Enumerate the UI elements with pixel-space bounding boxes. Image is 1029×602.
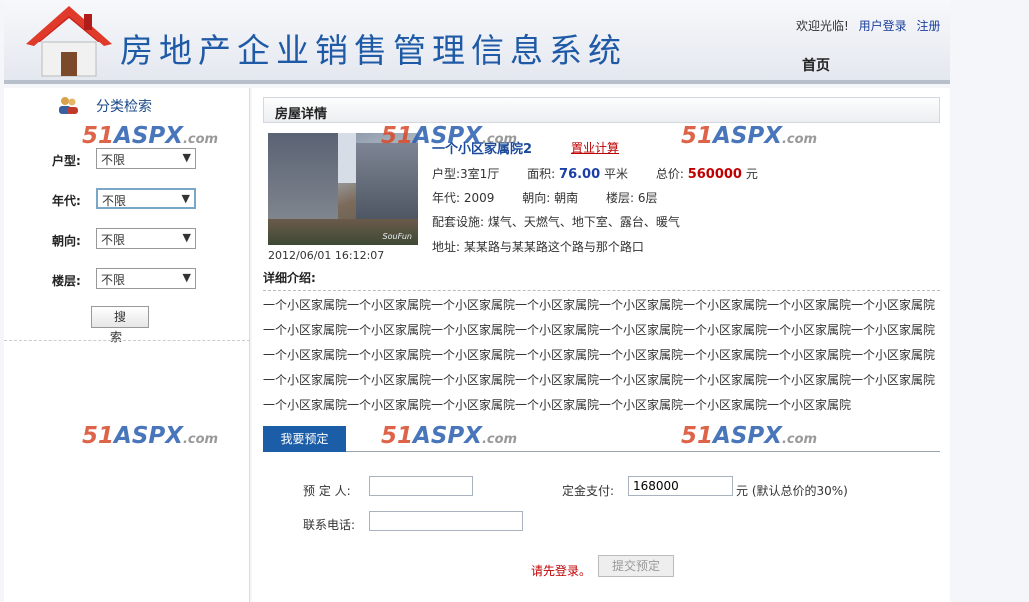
watermark-logo: 51ASPX.com	[82, 123, 219, 149]
deposit-note: 元 (默认总价的30%)	[736, 484, 848, 498]
watermark-logo: 51ASPX.com	[381, 123, 518, 149]
watermark-logo: 51ASPX.com	[381, 423, 518, 449]
filter-year-value: 不限	[102, 194, 127, 208]
address-label: 地址:	[432, 240, 461, 254]
login-link[interactable]: 用户登录	[859, 19, 907, 33]
filter-year-label: 年代:	[52, 194, 81, 208]
year-label: 年代:	[432, 191, 461, 205]
detail-divider	[263, 290, 940, 291]
page: 房地产企业销售管理信息系统 欢迎光临! 用户登录 注册 首页 分类检索 户型: …	[0, 0, 1029, 602]
section-header: 房屋详情	[263, 97, 940, 123]
users-icon	[59, 97, 78, 114]
house-logo-icon	[26, 6, 112, 77]
price-unit: 元	[745, 167, 758, 181]
info-row-1: 户型:3室1厅 面积: 76.00 平米 总价: 560000 元	[432, 165, 758, 182]
booker-label: 预 定 人:	[303, 484, 351, 498]
login-tip: 请先登录。	[531, 564, 592, 578]
nav-home-link[interactable]: 首页	[802, 55, 830, 75]
mortgage-calc-link[interactable]: 置业计算	[571, 139, 619, 156]
area-value: 76.00	[559, 167, 601, 182]
chevron-down-icon: ▼	[181, 192, 190, 205]
filter-floor: 楼层: 不限 ▼	[52, 268, 222, 290]
house-photo[interactable]: SouFun	[268, 133, 418, 245]
photo-watermark: SouFun	[382, 232, 412, 241]
filter-layout-label: 户型:	[52, 154, 81, 168]
register-link[interactable]: 注册	[916, 19, 940, 33]
header: 房地产企业销售管理信息系统 欢迎光临! 用户登录 注册 首页	[4, 0, 950, 84]
phone-label: 联系电话:	[303, 518, 356, 532]
booker-input[interactable]	[369, 476, 473, 496]
price-value: 560000	[687, 167, 742, 182]
chevron-down-icon: ▼	[182, 271, 191, 284]
main-content: 房屋详情 SouFun 2012/06/01 16:12:07 一个小区家属院2…	[252, 88, 950, 602]
tab-booking[interactable]: 我要预定	[263, 426, 346, 452]
info-row-4: 地址: 某某路与某某路这个路与那个路口	[432, 238, 644, 255]
orientation-value: 朝南	[554, 191, 579, 205]
price-label: 总价:	[655, 167, 684, 181]
category-search-label: 分类检索	[96, 99, 152, 115]
phone-input[interactable]	[369, 511, 523, 531]
orientation-label: 朝向:	[522, 191, 551, 205]
filter-year-select[interactable]: 不限 ▼	[96, 188, 196, 209]
floor-label: 楼层:	[605, 191, 635, 205]
filter-layout: 户型: 不限 ▼	[52, 148, 222, 170]
detail-title: 详细介绍:	[263, 271, 316, 285]
filter-floor-label: 楼层:	[52, 274, 81, 288]
chevron-down-icon: ▼	[182, 231, 191, 244]
filter-layout-select[interactable]: 不限 ▼	[96, 148, 196, 169]
submit-booking-button[interactable]: 提交预定	[598, 555, 674, 577]
area-label: 面积:	[527, 167, 556, 181]
filter-orientation-select[interactable]: 不限 ▼	[96, 228, 196, 249]
floor-value: 6层	[637, 191, 658, 205]
detail-text: 一个小区家属院一个小区家属院一个小区家属院一个小区家属院一个小区家属院一个小区家…	[263, 298, 936, 412]
layout-label: 户型:	[432, 167, 461, 181]
watermark-logo: 51ASPX.com	[82, 423, 219, 449]
site-title: 房地产企业销售管理信息系统	[120, 31, 627, 70]
address-value: 某某路与某某路这个路与那个路口	[463, 240, 644, 254]
search-button[interactable]: 搜 索	[91, 306, 149, 344]
deposit-input[interactable]	[628, 476, 733, 496]
info-row-2: 年代: 2009 朝向: 朝南 楼层: 6层	[432, 189, 657, 206]
filter-orientation-value: 不限	[101, 233, 126, 247]
photo-date: 2012/06/01 16:12:07	[268, 249, 385, 262]
facility-label: 配套设施:	[432, 215, 485, 229]
category-search-title: 分类检索	[58, 96, 152, 116]
filter-year: 年代: 不限 ▼	[52, 188, 222, 210]
filter-orientation-label: 朝向:	[52, 234, 81, 248]
filter-layout-value: 不限	[101, 153, 126, 167]
welcome-text: 欢迎光临!	[796, 19, 849, 33]
area-unit: 平米	[603, 167, 628, 181]
chevron-down-icon: ▼	[182, 151, 191, 164]
watermark-logo: 51ASPX.com	[681, 123, 818, 149]
deposit-label: 定金支付:	[562, 484, 615, 498]
filter-floor-select[interactable]: 不限 ▼	[96, 268, 196, 289]
section-title: 房屋详情	[275, 107, 328, 122]
facility-value: 煤气、天燃气、地下室、露台、暖气	[487, 215, 680, 229]
filter-orientation: 朝向: 不限 ▼	[52, 228, 222, 250]
info-row-3: 配套设施: 煤气、天燃气、地下室、露台、暖气	[432, 213, 680, 230]
layout-value: 3室1厅	[460, 167, 500, 181]
sidebar: 分类检索 户型: 不限 ▼ 年代: 不限 ▼ 朝向: 不限 ▼ 楼层: 不限 ▼ 搜 索	[4, 88, 250, 602]
year-value: 2009	[463, 191, 495, 205]
sidebar-divider	[4, 340, 250, 341]
booking-tab-bar: 我要预定	[263, 426, 940, 452]
watermark-logo: 51ASPX.com	[681, 423, 818, 449]
top-links: 欢迎光临! 用户登录 注册	[796, 17, 947, 34]
filter-floor-value: 不限	[101, 273, 126, 287]
